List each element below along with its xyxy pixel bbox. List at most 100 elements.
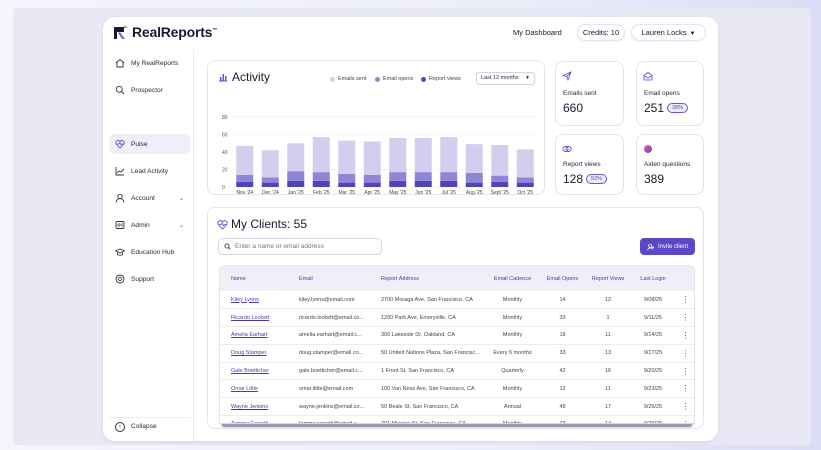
- client-name-link[interactable]: Doug Stamper: [220, 344, 288, 362]
- bar-segment-report-views[interactable]: [465, 182, 483, 187]
- bar-segment-emails-sent[interactable]: [363, 141, 381, 175]
- bar-segment-email-opens[interactable]: [261, 177, 279, 183]
- more-options-icon[interactable]: ⋮: [675, 398, 694, 416]
- horizontal-scrollbar[interactable]: [220, 423, 694, 427]
- bar-segment-report-views[interactable]: [363, 182, 381, 187]
- bar-segment-emails-sent[interactable]: [236, 145, 254, 175]
- client-name-link[interactable]: Wayne Jenkins: [220, 398, 288, 416]
- x-tick-label: May '25: [389, 190, 407, 196]
- sidebar-item-education-hub[interactable]: Education Hub: [109, 242, 190, 262]
- bar-segment-report-views[interactable]: [261, 182, 279, 187]
- bar-segment-emails-sent[interactable]: [312, 137, 330, 173]
- bar-segment-report-views[interactable]: [516, 182, 534, 187]
- more-options-icon[interactable]: ⋮: [675, 291, 694, 309]
- bar-segment-email-opens[interactable]: [312, 172, 330, 181]
- client-last-login: 9/11/25: [644, 314, 662, 321]
- client-email-opens: 48: [559, 403, 566, 410]
- bar-segment-emails-sent[interactable]: [389, 138, 407, 173]
- bar-segment-report-views[interactable]: [440, 180, 458, 187]
- sidebar-item-label: Admin: [131, 221, 150, 229]
- sidebar-item-prospector[interactable]: Prospector: [109, 80, 190, 100]
- sidebar-item-lead-activity[interactable]: Lead Activity: [109, 161, 190, 181]
- column-header[interactable]: Last Login: [631, 266, 675, 291]
- column-header[interactable]: Email: [288, 266, 370, 291]
- client-name-link[interactable]: Ricardo Lockett: [220, 309, 288, 327]
- bar-segment-email-opens[interactable]: [363, 174, 381, 183]
- column-header[interactable]: Email Cadence: [485, 266, 540, 291]
- client-name-link[interactable]: Gale Boetticher: [220, 362, 288, 380]
- client-address: 50 United Nations Plaza, San Francisc...: [381, 350, 480, 357]
- bar-segment-email-opens[interactable]: [389, 172, 407, 181]
- table-row[interactable]: Amelia Earhart amelia.earhart@email.c... 3…: [220, 327, 694, 345]
- bar-segment-email-opens[interactable]: [491, 175, 509, 182]
- bar-segment-email-opens[interactable]: [414, 172, 432, 181]
- column-header[interactable]: Name: [220, 266, 288, 291]
- more-options-icon[interactable]: ⋮: [675, 344, 694, 362]
- bar-segment-emails-sent[interactable]: [516, 149, 534, 178]
- scrollbar-thumb[interactable]: [222, 424, 692, 427]
- client-name-link[interactable]: Amelia Earhart: [220, 327, 288, 345]
- table-row[interactable]: Gale Boetticher gale.boetticher@email.c..…: [220, 362, 694, 380]
- sidebar-item-admin[interactable]: Admin ⌄: [109, 215, 190, 235]
- client-name-link[interactable]: Omar Little: [220, 380, 288, 398]
- logo-text: RealReports™: [132, 24, 218, 40]
- bar-segment-emails-sent[interactable]: [440, 137, 458, 173]
- invite-client-button[interactable]: Invite client: [640, 238, 695, 255]
- table-row[interactable]: Wayne Jenkins wayne.jenkins@email.co... 50…: [220, 398, 694, 416]
- table-header-row: Name Email Report Address Email Cadence …: [220, 266, 694, 291]
- bar-segment-report-views[interactable]: [389, 180, 407, 187]
- table-row[interactable]: Kiley Lyons kiley.lyons@email.com 2700 Mor…: [220, 291, 694, 309]
- bar-segment-email-opens[interactable]: [287, 171, 305, 181]
- table-row[interactable]: Omar Little omar.little@email.com 100 Van …: [220, 380, 694, 398]
- user-menu-button[interactable]: Lauren Locks ▼: [631, 24, 706, 41]
- more-options-icon[interactable]: ⋮: [675, 309, 694, 327]
- credits-badge[interactable]: Credits: 10: [577, 24, 625, 41]
- column-header[interactable]: Report Views: [585, 266, 631, 291]
- bar-segment-emails-sent[interactable]: [287, 143, 305, 172]
- bar-segment-report-views[interactable]: [414, 180, 432, 187]
- client-name-link[interactable]: Kiley Lyons: [220, 291, 288, 309]
- bar-segment-emails-sent[interactable]: [465, 144, 483, 173]
- sidebar-item-support[interactable]: Support: [109, 269, 190, 289]
- bar-segment-report-views[interactable]: [287, 180, 305, 187]
- bar-segment-email-opens[interactable]: [338, 173, 356, 183]
- bar-segment-report-views[interactable]: [312, 180, 330, 187]
- table-row[interactable]: Doug Stamper doug.stamper@email.co... 50 U…: [220, 344, 694, 363]
- client-address: 2700 Moraga Ave, San Francisco, CA: [381, 296, 473, 303]
- client-report-views: 13: [604, 350, 612, 357]
- collapse-button[interactable]: ‹ Collapse: [109, 417, 190, 435]
- bar-segment-email-opens[interactable]: [440, 172, 458, 181]
- client-report-views: 12: [604, 296, 612, 303]
- column-header[interactable]: Email Opens: [540, 266, 585, 291]
- bar-segment-report-views[interactable]: [236, 181, 254, 187]
- stat-label: Report views: [563, 161, 601, 168]
- bar-segment-email-opens[interactable]: [465, 173, 483, 183]
- client-search-input[interactable]: [235, 243, 375, 250]
- add-user-icon: [647, 243, 655, 250]
- more-options-icon[interactable]: ⋮: [675, 362, 694, 380]
- logo[interactable]: RealReports™: [113, 24, 217, 40]
- table-row[interactable]: Ricardo Lockett ricardo.lockett@email.co.…: [220, 309, 694, 327]
- sidebar-item-pulse[interactable]: Pulse: [109, 134, 190, 154]
- heart-pulse-icon: [217, 219, 228, 230]
- client-search-field[interactable]: [218, 238, 382, 255]
- bar-segment-report-views[interactable]: [338, 182, 356, 187]
- activity-chart: 0 20 40 60 80 Nov '24 Dec '24 Jan '25 Feb '25 Mar…: [222, 115, 538, 196]
- bar-segment-emails-sent[interactable]: [491, 145, 509, 176]
- more-options-icon[interactable]: ⋮: [675, 327, 694, 345]
- column-header[interactable]: Report Address: [370, 266, 485, 291]
- more-options-icon[interactable]: ⋮: [675, 380, 694, 398]
- client-address: 50 Beale St, San Francisco, CA: [381, 403, 459, 410]
- bar-segment-emails-sent[interactable]: [338, 140, 356, 174]
- sidebar-item-my-realreports[interactable]: My RealReports: [109, 53, 190, 73]
- client-email-opens: 14: [559, 296, 566, 303]
- my-dashboard-link[interactable]: My Dashboard: [513, 28, 562, 37]
- bar-segment-emails-sent[interactable]: [414, 138, 432, 173]
- sidebar-item-account[interactable]: Account ⌄: [109, 188, 190, 208]
- percent-badge: 38%: [667, 103, 689, 113]
- bar-segment-emails-sent[interactable]: [261, 150, 279, 178]
- bar-segment-report-views[interactable]: [491, 181, 509, 187]
- bar-segment-email-opens[interactable]: [516, 177, 534, 183]
- client-address: 1 Front St, San Francisco, CA: [381, 368, 455, 375]
- bar-segment-email-opens[interactable]: [236, 174, 254, 182]
